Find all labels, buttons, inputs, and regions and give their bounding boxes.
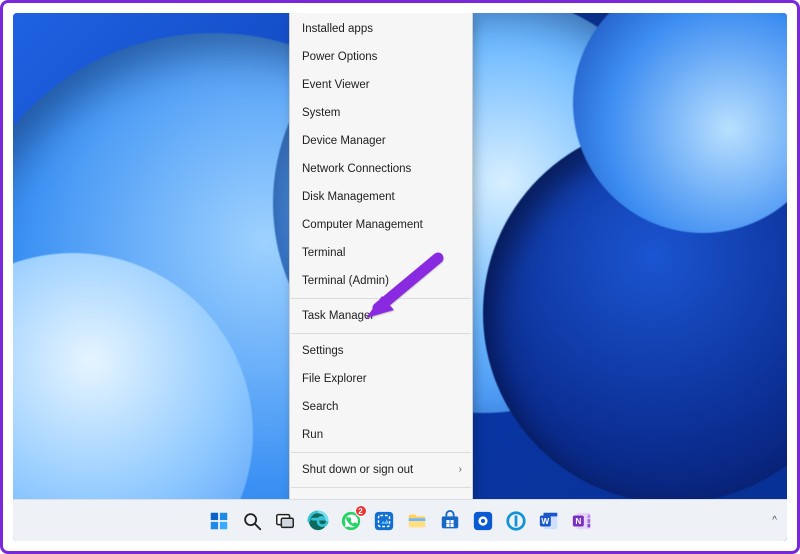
taskbar-app-blue-icon[interactable] [470,508,496,534]
menu-item-event-viewer[interactable]: Event Viewer [290,71,472,99]
menu-item-terminal[interactable]: Terminal [290,239,472,267]
menu-item-system[interactable]: System [290,99,472,127]
menu-item-device-manager[interactable]: Device Manager [290,127,472,155]
menu-item-label: Terminal (Admin) [302,275,389,287]
taskbar-search-icon[interactable] [239,508,265,534]
taskbar-start-icon[interactable] [206,508,232,534]
svg-text:W: W [541,516,549,525]
menu-item-label: Power Options [302,51,377,63]
tray-expand-icon[interactable]: ^ [772,515,777,526]
menu-item-label: Device Manager [302,135,386,147]
menu-item-label: Terminal [302,247,345,259]
menu-separator [291,487,471,488]
menu-item-network-connections[interactable]: Network Connections [290,155,472,183]
menu-separator [291,452,471,453]
menu-item-disk-management[interactable]: Disk Management [290,183,472,211]
system-tray[interactable]: ^ [772,499,777,541]
menu-item-run[interactable]: Run [290,421,472,449]
menu-item-search[interactable]: Search [290,393,472,421]
winx-context-menu: Installed apps Power Options Event Viewer S… [289,13,473,522]
menu-item-computer-management[interactable]: Computer Management [290,211,472,239]
menu-item-label: Task Manager [302,310,374,322]
taskbar: 2 W N [13,499,787,541]
taskbar-onenote-icon[interactable]: N [569,508,595,534]
menu-item-label: Network Connections [302,163,411,175]
menu-item-file-explorer[interactable]: File Explorer [290,365,472,393]
menu-item-label: Disk Management [302,191,395,203]
svg-text:N: N [575,516,581,525]
menu-separator [291,333,471,334]
notification-badge: 2 [355,505,367,517]
screenshot-frame: Installed apps Power Options Event Viewer S… [0,0,800,554]
menu-item-shut-down-or-sign-out[interactable]: Shut down or sign out › [290,456,472,484]
menu-item-label: Settings [302,345,344,357]
menu-item-label: Search [302,401,338,413]
taskbar-explorer-icon[interactable] [404,508,430,534]
desktop-viewport: Installed apps Power Options Event Viewer S… [13,13,787,541]
menu-item-label: Shut down or sign out [302,464,413,476]
taskbar-snip-icon[interactable] [371,508,397,534]
taskbar-edge-icon[interactable] [305,508,331,534]
taskbar-whatsapp-icon[interactable]: 2 [338,508,364,534]
menu-separator [291,298,471,299]
menu-item-label: Computer Management [302,219,423,231]
menu-item-task-manager[interactable]: Task Manager [290,302,472,330]
menu-item-power-options[interactable]: Power Options [290,43,472,71]
menu-item-terminal-admin[interactable]: Terminal (Admin) [290,267,472,295]
menu-item-settings[interactable]: Settings [290,337,472,365]
taskbar-app-o-icon[interactable] [503,508,529,534]
menu-item-label: Installed apps [302,23,373,35]
taskbar-task-view-icon[interactable] [272,508,298,534]
taskbar-word-icon[interactable]: W [536,508,562,534]
chevron-right-icon: › [459,463,462,477]
menu-item-label: Run [302,429,323,441]
menu-item-label: Event Viewer [302,79,370,91]
menu-item-label: System [302,107,340,119]
menu-item-label: File Explorer [302,373,367,385]
taskbar-store-icon[interactable] [437,508,463,534]
menu-item-installed-apps[interactable]: Installed apps [290,15,472,43]
